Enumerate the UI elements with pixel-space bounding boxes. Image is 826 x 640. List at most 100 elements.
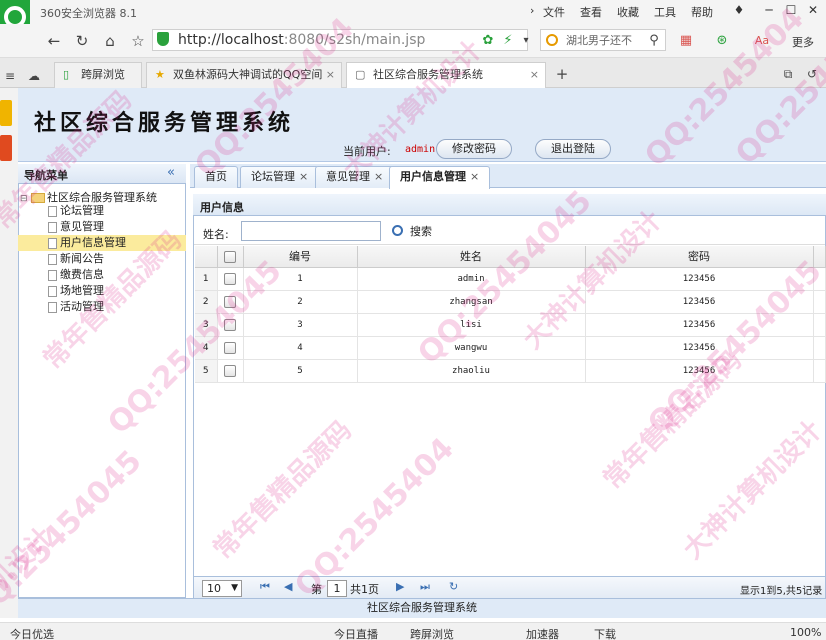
maximize-icon[interactable]: ☐ [782,3,800,19]
row-checkbox[interactable] [224,341,236,354]
cell-filler [813,313,826,337]
address-url[interactable]: http://localhost:8080/s2sh/main.jsp [178,32,425,48]
page-number-input[interactable]: 1 [327,580,347,597]
close-tab-icon[interactable]: × [326,63,335,87]
status-live[interactable]: 今日直播 [334,626,378,640]
close-tab-icon[interactable]: × [530,63,539,87]
search-icon[interactable]: ⚲ [644,31,664,51]
minimize-icon[interactable]: ─ [760,3,778,19]
translate-icon[interactable]: Aa [752,31,772,51]
tab-menu-icon[interactable]: ≡ [0,66,20,86]
close-tab-icon[interactable]: × [299,170,308,183]
sidebar-item-payments[interactable]: 缴费信息 [18,267,186,283]
sidebar-weibo-icon[interactable] [0,135,12,161]
dropdown-icon[interactable]: ▾ [516,31,536,51]
sidebar-item-venues[interactable]: 场地管理 [18,283,186,299]
star-tab-icon: ★ [155,68,165,81]
panel-title: 用户信息 [200,201,244,214]
logout-button[interactable]: 退出登陆 [535,139,611,159]
next-page-icon[interactable]: ▶ [396,580,404,593]
sidebar-item-activities[interactable]: 活动管理 [18,299,186,315]
collapse-icon[interactable]: « [167,165,175,180]
column-header-password[interactable]: 密码 [585,246,814,268]
first-page-icon[interactable]: ⏮ [260,580,270,594]
tab-feedback[interactable]: 意见管理 × [315,166,395,188]
restore-tab-icon[interactable]: ⧉ [778,64,798,84]
menu-view[interactable]: 查看 [580,4,602,20]
skin-icon[interactable]: ♦ [730,3,748,19]
doc-icon [48,285,57,297]
select-all-header[interactable] [217,246,244,268]
app-footer: 社区综合服务管理系统 [18,598,826,618]
name-search-input[interactable] [241,221,381,241]
column-header-id[interactable]: 编号 [243,246,358,268]
refresh-icon[interactable]: ↻ [72,31,92,51]
browser-tab-qq[interactable]: ★ 双鱼林源码大神调试的QQ空间 × [146,62,342,88]
close-window-icon[interactable]: ✕ [804,3,822,19]
menu-back-arrow-icon[interactable]: › [530,4,534,17]
cloud-icon[interactable]: ☁ [24,66,44,86]
star-icon[interactable]: ☆ [128,31,148,51]
back-arrow-icon[interactable]: ← [44,31,64,51]
home-icon[interactable]: ⌂ [100,31,120,51]
status-accelerator[interactable]: 加速器 [526,626,559,640]
browser-tab-main[interactable]: ▢ 社区综合服务管理系统 × [346,62,546,88]
apps-icon[interactable]: ▦ [676,31,696,51]
close-tab-icon[interactable]: × [374,170,383,183]
more-button[interactable]: 更多 [792,34,814,50]
column-header-name[interactable]: 姓名 [357,246,586,268]
table-row[interactable]: 3 3 lisi 123456 [195,313,826,337]
sidebar-item-news[interactable]: 新闻公告 [18,251,186,267]
close-tab-icon[interactable]: × [470,170,479,183]
search-button[interactable]: 搜索 [390,223,432,241]
sidebar-item-forum[interactable]: 论坛管理 [18,203,186,219]
menu-file[interactable]: 文件 [543,4,565,20]
row-checkbox[interactable] [224,295,236,308]
status-daily-picks[interactable]: 今日优选 [10,626,54,640]
tab-label: 跨屏浏览 [81,68,125,81]
row-checkbox[interactable] [224,364,236,377]
status-downloads[interactable]: 下载 [594,626,616,640]
table-row[interactable]: 4 4 wangwu 123456 [195,336,826,360]
security-icon[interactable]: ⊛ [712,31,732,51]
cell-name: admin [357,267,586,291]
menu-tools[interactable]: 工具 [654,4,676,20]
lightning-icon[interactable]: ⚡ [498,31,518,51]
sidebar-note-icon[interactable] [0,100,12,126]
sidebar-item-users[interactable]: 用户信息管理 [18,235,186,251]
new-tab-icon[interactable]: + [552,64,572,84]
sidebar-item-feedback[interactable]: 意见管理 [18,219,186,235]
row-select[interactable] [217,336,244,360]
row-select[interactable] [217,290,244,314]
row-select[interactable] [217,313,244,337]
page-size-value: 10 [207,582,221,595]
row-checkbox[interactable] [224,272,236,285]
search-input[interactable]: 湖北男子还不 [566,32,656,48]
speed-icon[interactable]: ✿ [478,31,498,51]
table-row[interactable]: 5 5 zhaoliu 123456 [195,359,826,383]
status-cross-screen[interactable]: 跨屏浏览 [410,626,454,640]
reload-icon[interactable]: ↻ [449,580,458,593]
status-zoom[interactable]: 100% [790,626,821,639]
select-all-checkbox[interactable] [224,250,236,263]
tab-users[interactable]: 用户信息管理 × [389,166,491,189]
undo-close-icon[interactable]: ↺ [802,64,822,84]
page-size-select[interactable]: 10 ▼ [202,580,242,597]
doc-icon [48,269,57,281]
table-row[interactable]: 1 1 admin 123456 [195,267,826,291]
prev-page-icon[interactable]: ◀ [284,580,292,593]
cell-name: wangwu [357,336,586,360]
row-select[interactable] [217,267,244,291]
tab-forum[interactable]: 论坛管理 × [240,166,320,188]
change-password-button[interactable]: 修改密码 [436,139,512,159]
table-row[interactable]: 2 2 zhangsan 123456 [195,290,826,314]
current-user-name: admin [405,144,436,155]
row-select[interactable] [217,359,244,383]
row-checkbox[interactable] [224,318,236,331]
search-engine-icon[interactable] [546,34,558,46]
browser-tab-cross-screen[interactable]: ▯ 跨屏浏览 [54,62,142,88]
last-page-icon[interactable]: ⏭ [420,580,430,594]
tab-home[interactable]: 首页 [194,166,238,188]
menu-favorites[interactable]: 收藏 [617,4,639,20]
menu-help[interactable]: 帮助 [691,4,713,20]
